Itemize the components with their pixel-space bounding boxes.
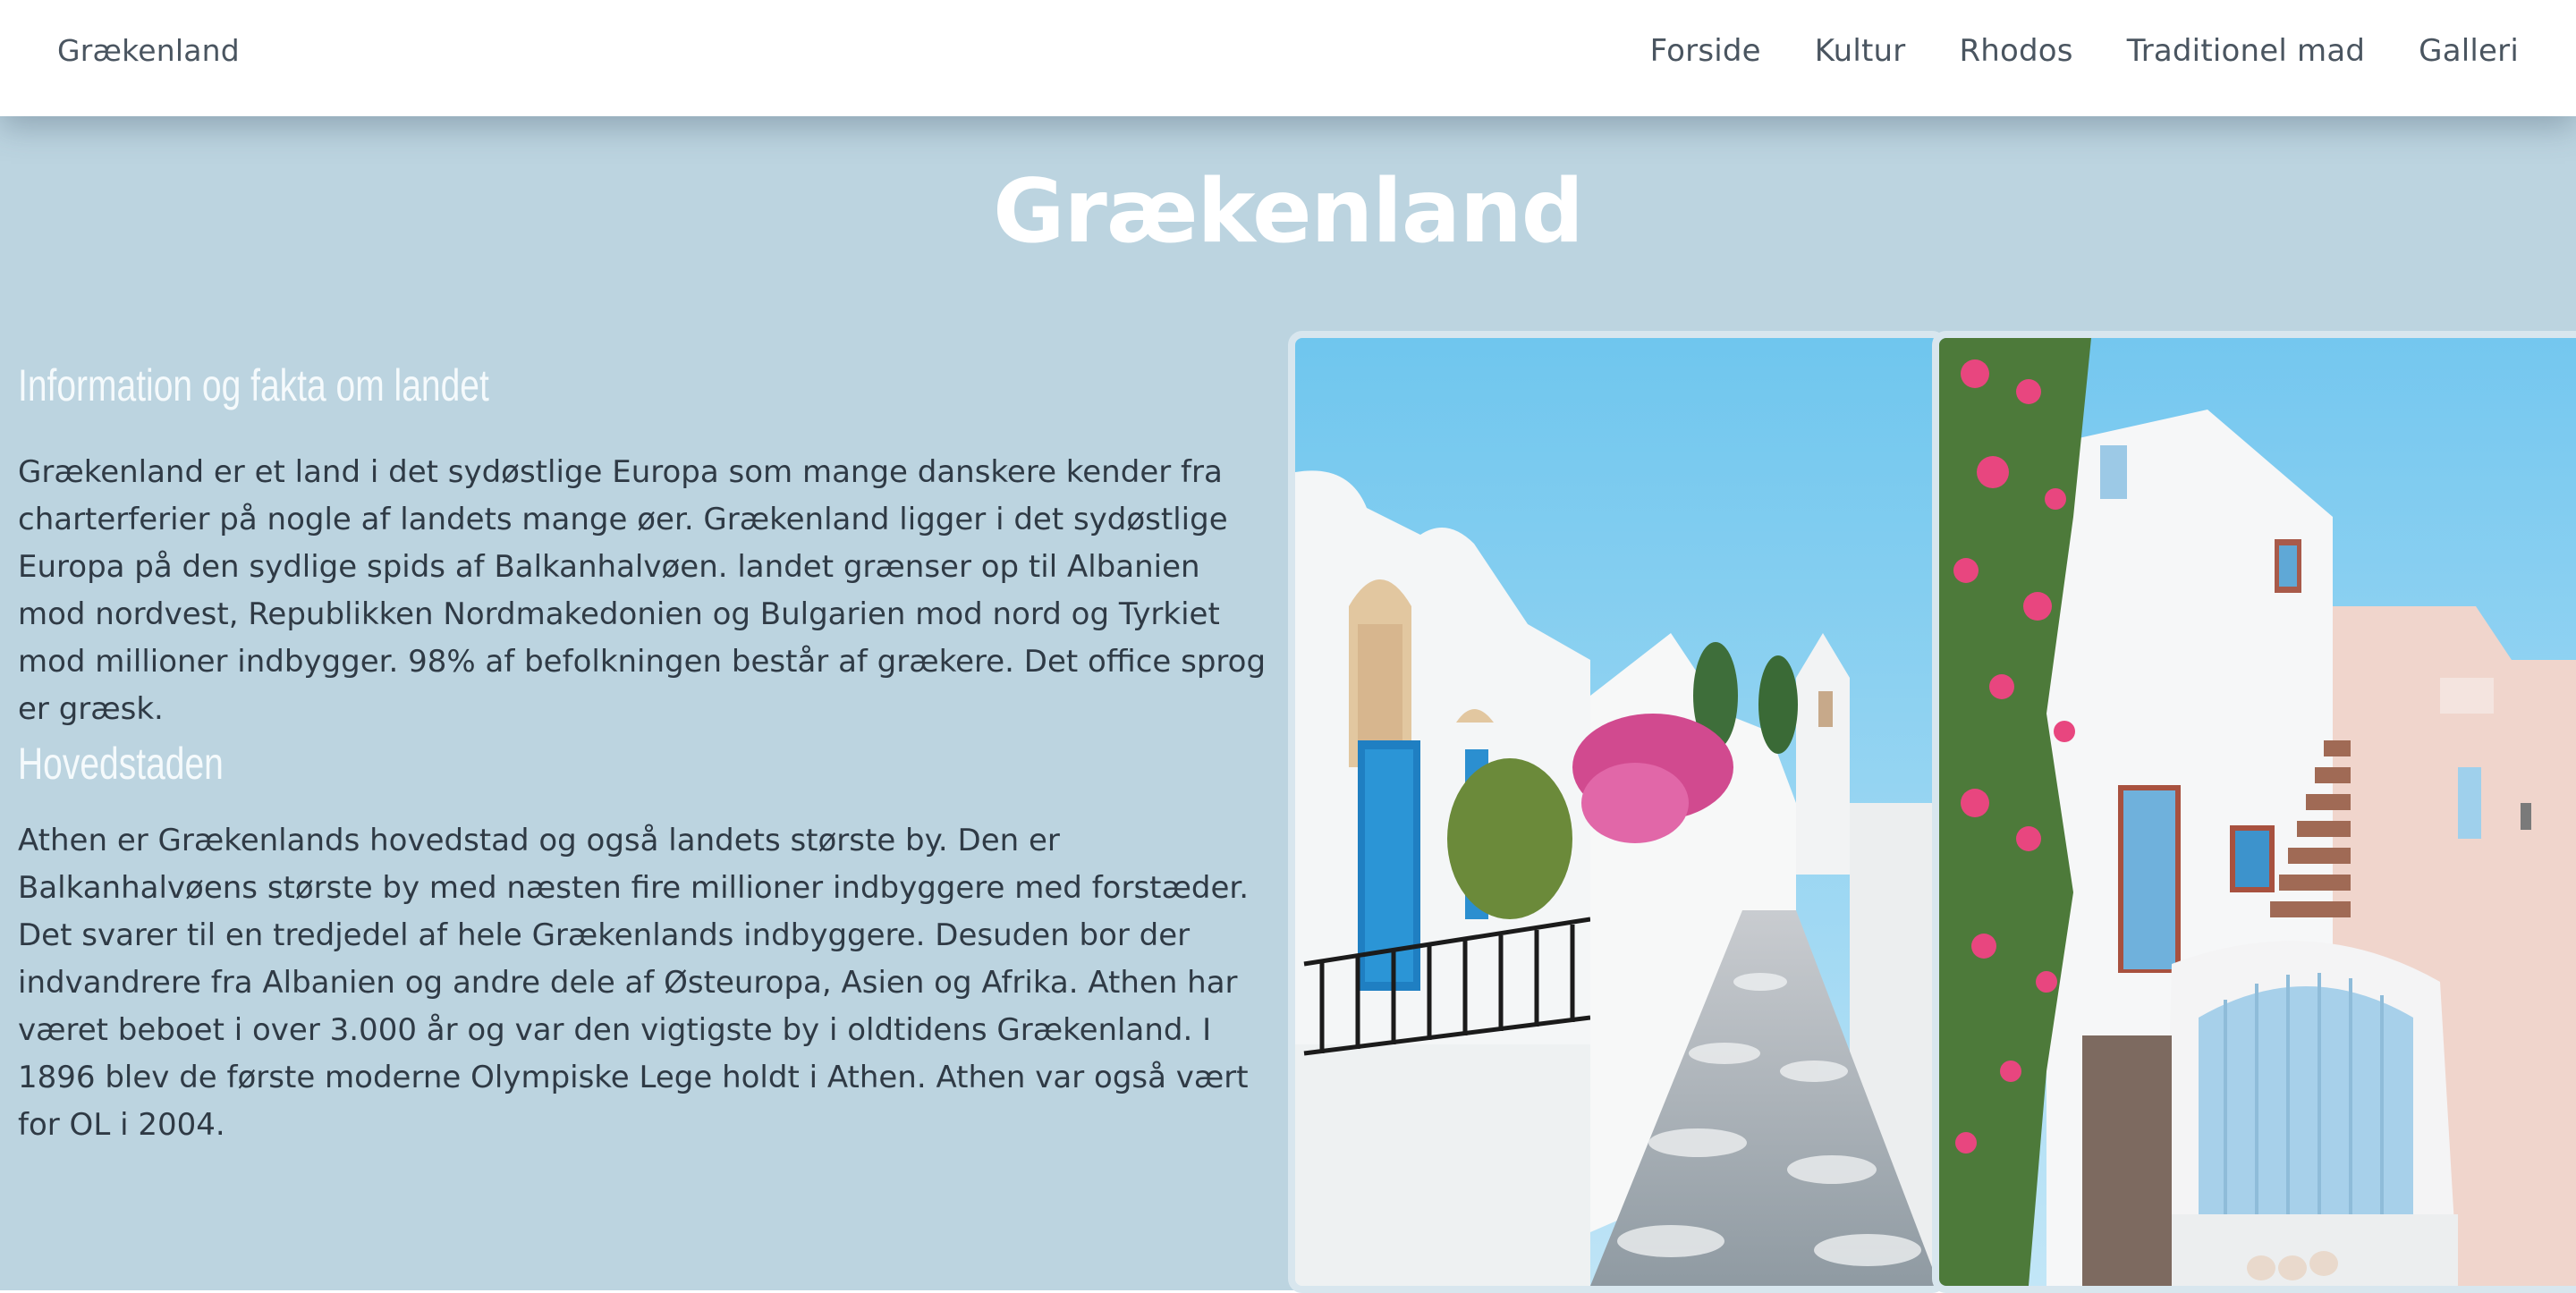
alley-illustration [1295, 338, 1939, 1286]
hero-section: Grækenland Information og fakta om lande… [0, 116, 2576, 1293]
gate-illustration [1939, 338, 2576, 1286]
photo-santorini-alley [1288, 331, 1946, 1293]
section-text-capital: Athen er Grækenlands hovedstad og også l… [18, 823, 1250, 1143]
section-text-info: Grækenland er et land i det sydøstlige E… [18, 454, 1267, 727]
section-heading-capital: Hovedstaden [18, 739, 224, 789]
nav-link-forside[interactable]: Forside [1650, 33, 1761, 69]
page-title: Grækenland [993, 161, 1584, 263]
nav-link-kultur[interactable]: Kultur [1815, 33, 1906, 69]
section-heading-info: Information og fakta om landet [18, 360, 489, 410]
nav-menu: Forside Kultur Rhodos Traditionel mad Ga… [1650, 0, 2519, 102]
photo-santorini-gate [1932, 331, 2576, 1293]
top-navbar: Grækenland Forside Kultur Rhodos Traditi… [0, 0, 2576, 116]
nav-link-traditionel-mad[interactable]: Traditionel mad [2127, 33, 2365, 69]
nav-link-galleri[interactable]: Galleri [2419, 33, 2519, 69]
nav-link-rhodos[interactable]: Rhodos [1959, 33, 2072, 69]
brand-link[interactable]: Grækenland [57, 0, 240, 102]
